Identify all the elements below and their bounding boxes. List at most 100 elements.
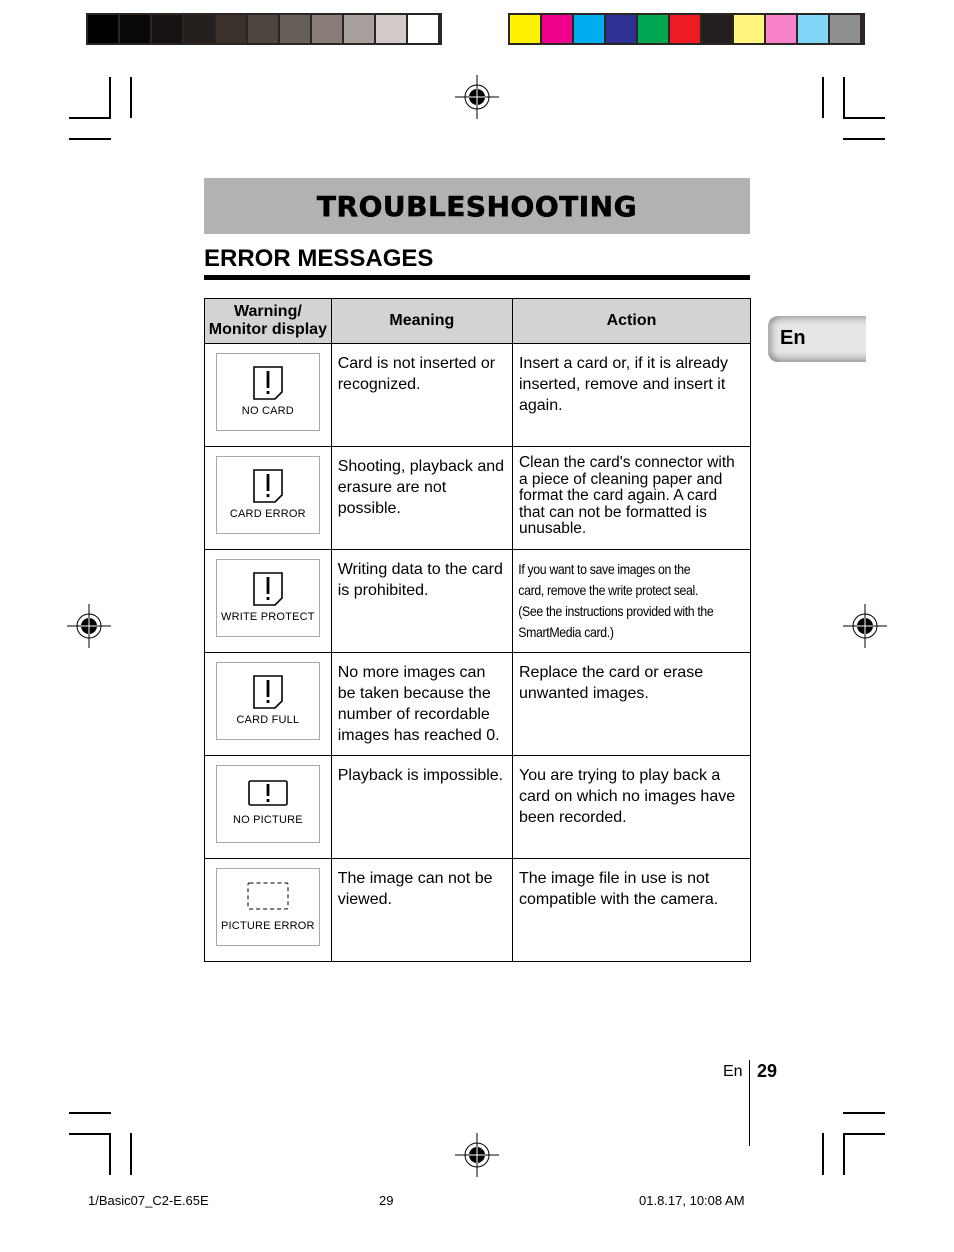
card-warning-icon	[253, 366, 283, 400]
action-text: Replace the card or erase unwanted image…	[518, 664, 704, 702]
card-warning-icon	[253, 675, 283, 709]
column-header-line: Monitor display	[208, 321, 327, 338]
meaning-cell: Shooting, playback and erasure are not p…	[330, 446, 513, 550]
calibration-swatch	[798, 15, 828, 43]
language-tab: En	[768, 316, 866, 362]
display-label: CARD FULL	[236, 714, 300, 726]
meaning-text: Card is not inserted or recognized.	[337, 355, 496, 393]
error-messages-table: Warning/ Monitor display Meaning Action …	[204, 298, 752, 962]
calibration-swatch	[408, 15, 438, 43]
registration-mark-icon	[455, 1133, 499, 1177]
slug-filename: 1/Basic07_C2-E.65E	[88, 1193, 209, 1208]
calibration-swatch	[88, 15, 118, 43]
meaning-text: No more images can be taken because the …	[337, 664, 500, 744]
action-cell: Clean the card's connector with a piece …	[511, 446, 752, 550]
table-row: NO CARD Card is not inserted or recogniz…	[204, 343, 752, 447]
meaning-cell: Writing data to the card is prohibited.	[330, 549, 513, 653]
slug-timestamp: 01.8.17, 10:08 AM	[639, 1193, 745, 1208]
crop-mark	[843, 1112, 885, 1114]
crop-mark	[822, 77, 824, 118]
page-title: TROUBLESHOOTING	[316, 189, 638, 223]
language-tab-label: En	[780, 327, 806, 349]
display-label: CARD ERROR	[229, 508, 306, 520]
page-number: 29	[757, 1061, 778, 1081]
action-text: Clean the card's connector with a piece …	[518, 454, 735, 537]
card-warning-icon	[253, 469, 283, 503]
folio-divider	[749, 1060, 750, 1146]
calibration-swatch	[280, 15, 310, 43]
meaning-cell: No more images can be taken because the …	[330, 652, 513, 756]
crop-mark	[130, 77, 132, 118]
registration-mark-icon	[455, 75, 499, 119]
crop-mark	[69, 1112, 111, 1114]
table-row: CARD FULL No more images can be taken be…	[204, 652, 752, 756]
meaning-text: Playback is impossible.	[337, 767, 504, 784]
card-warning-icon	[253, 572, 283, 606]
calibration-swatch	[638, 15, 668, 43]
slug-page: 29	[379, 1193, 394, 1208]
display-label: NO CARD	[241, 405, 294, 417]
crop-mark	[69, 1133, 111, 1135]
crop-mark	[109, 1133, 111, 1175]
display-label: WRITE PROTECT	[221, 611, 315, 623]
grayscale-calibration-bar	[86, 13, 442, 45]
dashed-frame-icon	[247, 882, 289, 910]
calibration-swatch	[510, 15, 540, 43]
action-cell: If you want to save images on the card, …	[511, 549, 752, 653]
monitor-display: PICTURE ERROR	[215, 868, 320, 946]
display-label: NO PICTURE	[232, 814, 303, 826]
page-title-band: TROUBLESHOOTING	[204, 178, 750, 234]
calibration-swatch	[152, 15, 182, 43]
calibration-swatch	[216, 15, 246, 43]
column-header-action: Action	[511, 298, 752, 344]
monitor-display: WRITE PROTECT	[215, 559, 320, 637]
section-rule	[204, 275, 750, 280]
color-calibration-bar	[508, 13, 865, 45]
meaning-text: The image can not be viewed.	[337, 870, 493, 908]
calibration-swatch	[184, 15, 214, 43]
calibration-swatch	[670, 15, 700, 43]
display-cell: WRITE PROTECT	[204, 549, 332, 653]
display-cell: PICTURE ERROR	[204, 858, 332, 962]
meaning-cell: The image can not be viewed.	[330, 858, 513, 962]
crop-mark	[69, 138, 111, 140]
calibration-swatch	[606, 15, 636, 43]
meaning-text: Writing data to the card is prohibited.	[337, 561, 503, 599]
display-cell: NO PICTURE	[204, 755, 332, 859]
action-text: If you want to save images on the card, …	[518, 561, 714, 640]
column-header-line: Warning/	[233, 303, 302, 320]
table-row: NO PICTURE Playback is impossible. You a…	[204, 755, 752, 859]
section-heading: ERROR MESSAGES	[204, 245, 434, 272]
calibration-swatch	[344, 15, 374, 43]
monitor-display: NO PICTURE	[215, 765, 320, 843]
crop-mark	[109, 77, 111, 118]
calibration-swatch	[830, 15, 860, 43]
meaning-cell: Card is not inserted or recognized.	[330, 343, 513, 447]
crop-mark	[843, 1133, 845, 1175]
calibration-swatch	[248, 15, 278, 43]
monitor-display: CARD FULL	[215, 662, 320, 740]
column-header-meaning: Meaning	[330, 298, 513, 344]
crop-mark	[822, 1133, 824, 1175]
calibration-swatch	[312, 15, 342, 43]
table-row: CARD ERROR Shooting, playback and erasur…	[204, 446, 752, 550]
action-text: Insert a card or, if it is already inser…	[518, 355, 728, 414]
crop-mark	[130, 1133, 132, 1175]
calibration-swatch	[766, 15, 796, 43]
calibration-swatch	[574, 15, 604, 43]
action-cell: The image file in use is not compatible …	[511, 858, 752, 962]
folio-language: En	[723, 1063, 743, 1080]
table-row: PICTURE ERROR The image can not be viewe…	[204, 858, 752, 962]
display-cell: NO CARD	[204, 343, 332, 447]
monitor-display: NO CARD	[215, 353, 320, 431]
registration-mark-icon	[67, 604, 111, 648]
crop-mark	[69, 117, 111, 119]
registration-mark-icon	[843, 604, 887, 648]
picture-warning-icon	[248, 780, 288, 806]
calibration-swatch	[542, 15, 572, 43]
action-cell: Replace the card or erase unwanted image…	[511, 652, 752, 756]
calibration-swatch	[702, 15, 732, 43]
table-row: WRITE PROTECT Writing data to the card i…	[204, 549, 752, 653]
column-header-warning: Warning/ Monitor display	[204, 298, 332, 344]
calibration-swatch	[120, 15, 150, 43]
